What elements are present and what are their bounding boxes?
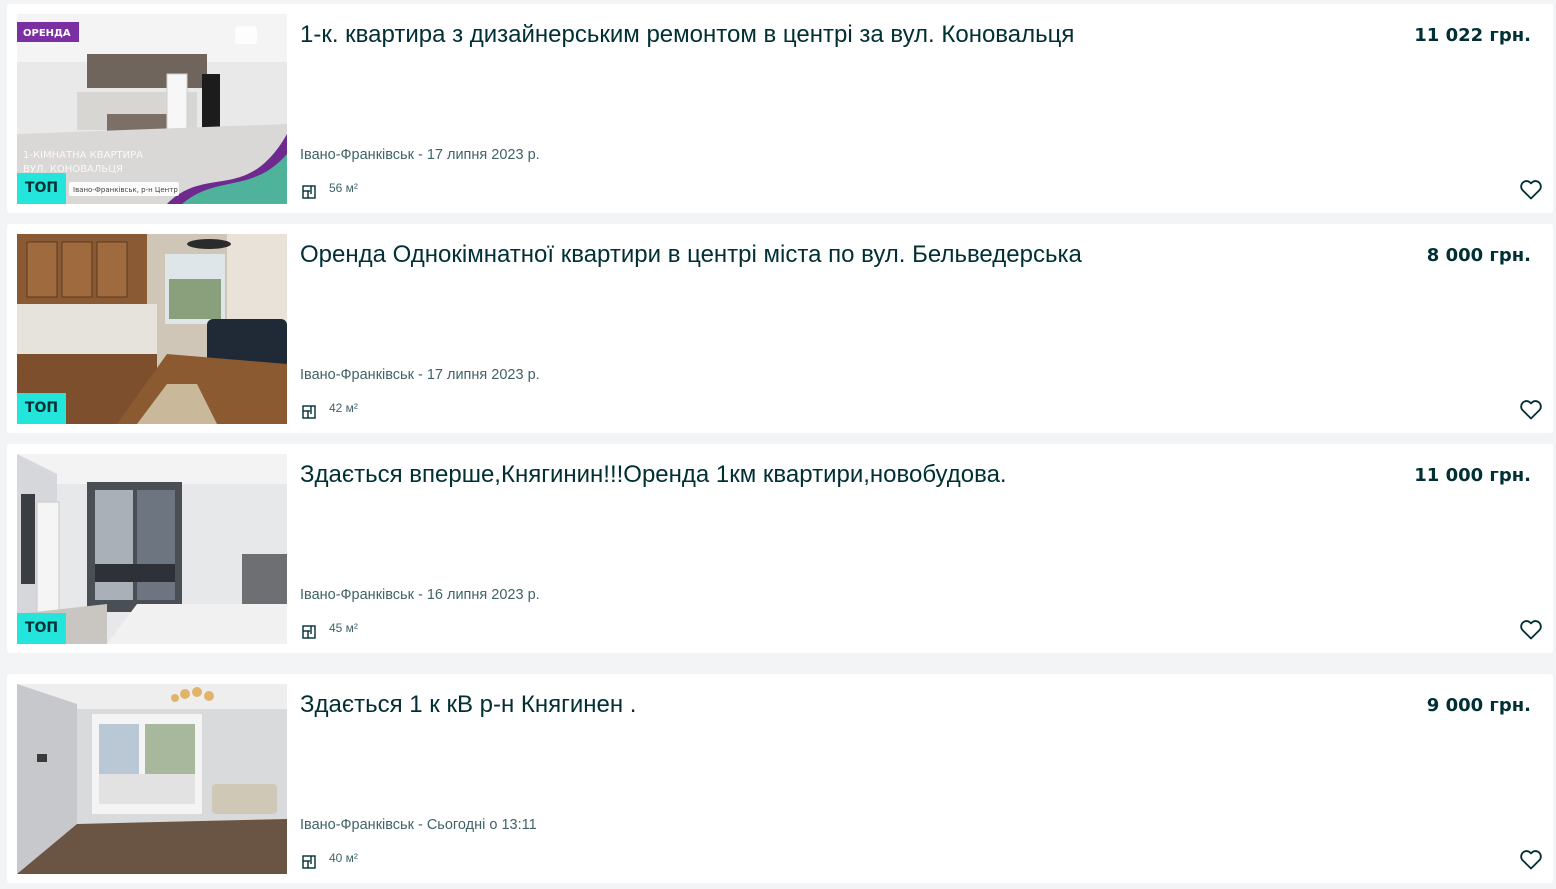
listing-price: 11 022 грн. xyxy=(1414,25,1531,46)
listing-price: 11 000 грн. xyxy=(1414,465,1531,486)
listing-title[interactable]: Здається 1 к кВ р-н Княгинен . xyxy=(300,690,1380,720)
listing-location-date: Івано-Франківськ - Сьогодні о 13:11 xyxy=(300,817,537,833)
listing-photo[interactable]: ТОП xyxy=(17,454,287,644)
overlay-caption-1: 1-КІМНАТНА КВАРТИРА xyxy=(23,150,143,161)
floorplan-icon xyxy=(302,855,316,869)
listing-card[interactable]: ТОП Оренда Однокімнатної квартири в цент… xyxy=(7,224,1553,433)
listing-photo[interactable]: ОРЕНДА 1-КІМНАТНА КВАРТИРА ВУЛ. КОНОВАЛЬ… xyxy=(17,14,287,204)
listing-photo[interactable] xyxy=(17,684,287,874)
top-badge: ТОП xyxy=(17,393,66,424)
overlay-caption-3: Івано-Франківськ, р-н Центр xyxy=(73,186,178,194)
floorplan-icon xyxy=(302,405,316,419)
listing-area: 56 м² xyxy=(329,181,358,195)
listing-area: 45 м² xyxy=(329,621,358,635)
heart-outline-icon[interactable] xyxy=(1519,398,1543,422)
listing-card[interactable]: ТОП Здається вперше,Княгинин!!!Оренда 1к… xyxy=(7,444,1553,653)
heart-outline-icon[interactable] xyxy=(1519,178,1543,202)
listing-location-date: Івано-Франківськ - 16 липня 2023 р. xyxy=(300,587,540,603)
listing-photo[interactable]: ТОП xyxy=(17,234,287,424)
heart-outline-icon[interactable] xyxy=(1519,848,1543,872)
listing-area: 40 м² xyxy=(329,851,358,865)
listing-location-date: Івано-Франківськ - 17 липня 2023 р. xyxy=(300,367,540,383)
listing-price: 9 000 грн. xyxy=(1426,695,1531,716)
overlay-label: ОРЕНДА xyxy=(23,28,71,39)
listing-title[interactable]: 1-к. квартира з дизайнерським ремонтом в… xyxy=(300,20,1380,50)
listing-card[interactable]: ОРЕНДА 1-КІМНАТНА КВАРТИРА ВУЛ. КОНОВАЛЬ… xyxy=(7,4,1553,213)
top-badge: ТОП xyxy=(17,613,66,644)
listing-title[interactable]: Оренда Однокімнатної квартири в центрі м… xyxy=(300,240,1380,270)
listing-card[interactable]: Здається 1 к кВ р-н Княгинен . 9 000 грн… xyxy=(7,674,1553,883)
heart-outline-icon[interactable] xyxy=(1519,618,1543,642)
listing-location-date: Івано-Франківськ - 17 липня 2023 р. xyxy=(300,147,540,163)
floorplan-icon xyxy=(302,185,316,199)
listing-title[interactable]: Здається вперше,Княгинин!!!Оренда 1км кв… xyxy=(300,460,1380,490)
listing-area: 42 м² xyxy=(329,401,358,415)
top-badge: ТОП xyxy=(17,173,66,204)
room-with-balcony-photo xyxy=(17,684,287,874)
floorplan-icon xyxy=(302,625,316,639)
listing-price: 8 000 грн. xyxy=(1426,245,1531,266)
